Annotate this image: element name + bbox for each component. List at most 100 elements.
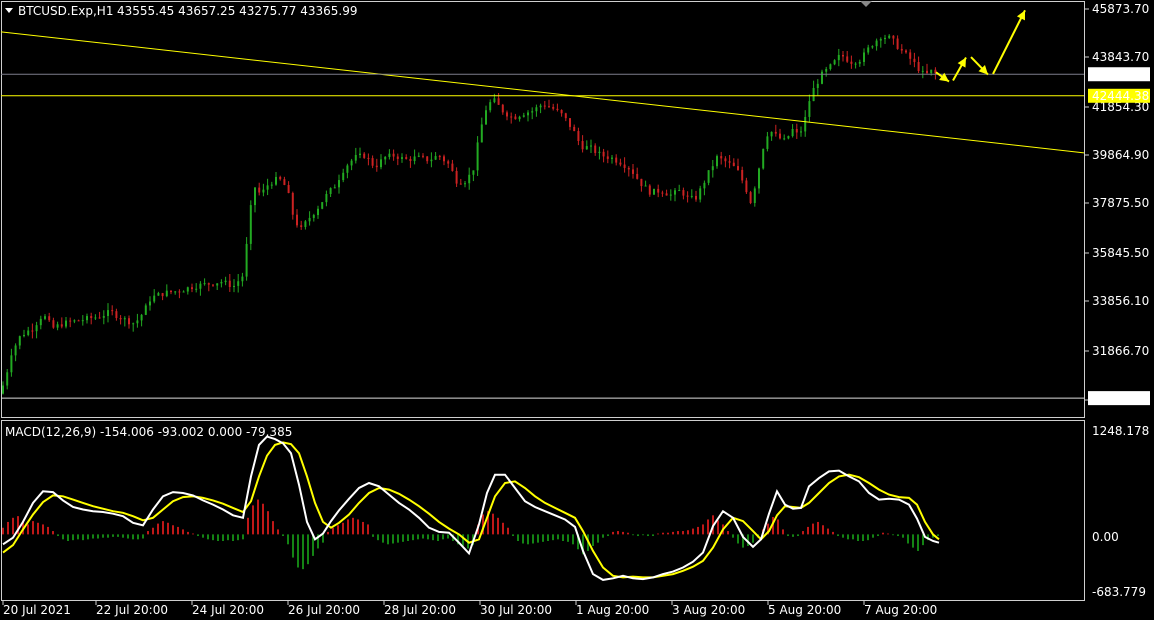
- macd-histogram-bar: [782, 529, 784, 535]
- candle-body: [548, 106, 550, 108]
- candle-body: [262, 189, 265, 193]
- chart-shift-icon[interactable]: [860, 1, 872, 7]
- macd-histogram-bar: [82, 534, 84, 541]
- candle-body: [791, 128, 794, 137]
- candle-body: [430, 159, 433, 162]
- candle-body: [321, 202, 324, 209]
- candle-body: [522, 115, 525, 117]
- chart-canvas[interactable]: BTCUSD.Exp,H1 43555.45 43657.25 43275.77…: [0, 0, 1154, 620]
- candle-body: [102, 315, 105, 318]
- candle-body: [821, 71, 823, 84]
- price-pane-frame: [1, 1, 1085, 418]
- candle-body: [451, 163, 454, 171]
- candle-body: [233, 285, 235, 288]
- price-tick-label: 33856.10: [1092, 294, 1149, 308]
- macd-histogram-bar: [122, 534, 124, 538]
- candle-body: [858, 61, 861, 64]
- macd-histogram-bar: [862, 534, 864, 541]
- macd-label: MACD(12,26,9) -154.006 -93.002 0.000 -79…: [5, 425, 292, 439]
- candle-body: [56, 324, 59, 328]
- macd-histogram-bar: [837, 534, 839, 537]
- candle-body: [195, 288, 198, 290]
- chart-overlays: 42444.38 29508.56 43365.99: [0, 9, 1150, 581]
- candle-body: [304, 221, 307, 227]
- macd-histogram-bar: [327, 531, 329, 535]
- candle-body: [300, 225, 303, 227]
- candle-body: [65, 320, 67, 327]
- time-tick-label: 20 Jul 2021: [3, 603, 71, 617]
- current-price-label: 43365.99: [1092, 67, 1149, 81]
- candle-body: [81, 320, 84, 322]
- candle-body: [900, 48, 903, 51]
- macd-histogram-bar: [362, 521, 364, 535]
- candle-body: [888, 35, 891, 38]
- candle-body: [342, 172, 345, 181]
- macd-histogram-bar: [647, 534, 649, 537]
- macd-histogram-bar: [332, 527, 334, 535]
- candle-body: [737, 166, 739, 170]
- candle-body: [354, 155, 357, 161]
- candle-body: [489, 102, 492, 111]
- candle-body: [497, 98, 500, 105]
- macd-histogram-bar: [657, 533, 659, 535]
- candle-body: [245, 243, 248, 277]
- macd-histogram-bar: [12, 517, 14, 535]
- macd-histogram-bar: [112, 534, 114, 537]
- macd-histogram-bar: [292, 534, 294, 558]
- macd-histogram-bar: [662, 532, 664, 535]
- time-tick-label: 26 Jul 20:00: [288, 603, 360, 617]
- candle-body: [18, 336, 21, 346]
- macd-histogram-bar: [382, 534, 384, 543]
- candle-body: [107, 310, 109, 316]
- macd-histogram-bar: [397, 534, 399, 543]
- price-tick-label: 35845.50: [1092, 246, 1149, 260]
- symbol-dropdown-icon[interactable]: [5, 8, 13, 13]
- macd-histogram-bar: [697, 526, 699, 535]
- macd-histogram-bar: [282, 534, 284, 537]
- candle-body: [216, 283, 219, 286]
- macd-histogram-bar: [212, 534, 214, 541]
- candle-body: [690, 195, 693, 197]
- candle-body: [863, 52, 865, 62]
- macd-histogram-bar: [882, 532, 884, 535]
- candle-body: [787, 136, 790, 139]
- macd-histogram-bar: [652, 534, 654, 537]
- candle-body: [476, 142, 479, 171]
- macd-histogram-bar: [497, 517, 499, 535]
- candle-body: [237, 281, 240, 286]
- macd-histogram-bar: [822, 525, 824, 535]
- macd-histogram-bar: [512, 534, 514, 537]
- macd-histogram-bar: [437, 534, 439, 541]
- macd-histogram-bar: [557, 534, 559, 540]
- trendline: [0, 31, 1085, 154]
- candle-body: [392, 153, 395, 157]
- candle-body: [577, 131, 580, 142]
- macd-scale-top: 1248.178: [1092, 424, 1149, 438]
- candle-body: [594, 145, 597, 153]
- macd-histogram-bar: [232, 534, 234, 541]
- candle-body: [606, 156, 609, 159]
- candle-body: [808, 101, 811, 117]
- candle-body: [531, 111, 534, 113]
- macd-histogram-bar: [552, 534, 554, 541]
- candle-body: [472, 170, 475, 175]
- macd-histogram-bar: [677, 531, 679, 535]
- macd-histogram-bar: [542, 534, 544, 542]
- candle-body: [816, 83, 819, 88]
- macd-histogram-bar: [222, 534, 224, 541]
- macd-histogram-bar: [787, 534, 789, 537]
- candle-body: [581, 141, 584, 150]
- candle-body: [707, 170, 710, 183]
- macd-histogram-bar: [702, 524, 704, 535]
- macd-histogram-bar: [692, 528, 694, 535]
- candle-body: [749, 192, 752, 204]
- candle-body: [39, 318, 42, 326]
- candle-body: [682, 190, 685, 196]
- candle-body: [212, 284, 214, 286]
- macd-histogram-bar: [177, 526, 179, 535]
- candle-body: [291, 192, 294, 215]
- candle-body: [921, 70, 924, 72]
- candle-body: [308, 217, 311, 222]
- candle-body: [464, 183, 466, 185]
- candle-body: [913, 58, 916, 63]
